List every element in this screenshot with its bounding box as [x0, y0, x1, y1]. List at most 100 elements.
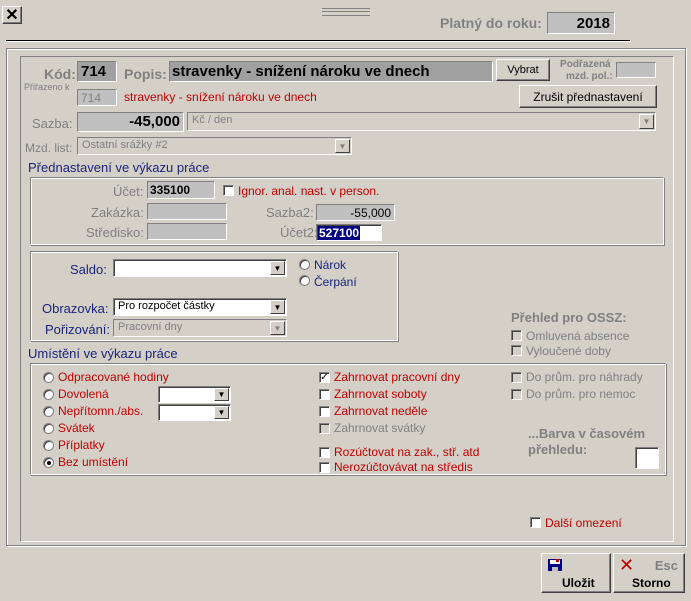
ucet2-label: Účet2:: [280, 225, 318, 240]
ucet2-value: 527100: [318, 226, 361, 240]
dovolena-combo[interactable]: ▼: [158, 386, 231, 403]
do-prum-nemoc-checkbox[interactable]: [511, 389, 522, 400]
chevron-down-icon: ▼: [639, 114, 654, 129]
obrazovka-label: Obrazovka:: [42, 301, 109, 316]
radio-label-dovolena: Dovolená: [58, 387, 109, 401]
zakazka-label: Zakázka:: [91, 205, 144, 220]
dalsi-omezeni-checkbox[interactable]: [530, 517, 541, 528]
omluvena-label: Omluvená absence: [526, 329, 630, 343]
storno-button[interactable]: ✕ Esc Storno: [613, 553, 685, 593]
close-icon: ✕: [5, 7, 19, 24]
sazba2-field[interactable]: -55,000: [316, 204, 395, 221]
do-prum-nahrady-checkbox[interactable]: [511, 372, 522, 383]
porizovani-combo[interactable]: Pracovní dny ▼: [113, 319, 287, 337]
radio-odpracovane[interactable]: [43, 372, 54, 383]
nerozuctovavat-checkbox[interactable]: [319, 462, 330, 473]
cerpani-label: Čerpání: [314, 275, 357, 289]
omluvena-checkbox[interactable]: [511, 330, 522, 341]
prednastaveni-title: Přednastavení ve výkazu práce: [28, 160, 210, 175]
kod-value: 714: [81, 63, 107, 80]
ucet-value: 335100: [150, 183, 191, 197]
mzd-list-value: Ostatní srážky #2: [82, 139, 168, 151]
sazba2-label: Sazba2:: [266, 205, 314, 220]
prirazeno-popis: stravenky - snížení nároku ve dnech: [124, 90, 317, 104]
zrusit-prednastaveni-button[interactable]: Zrušit přednastavení: [519, 85, 657, 108]
sazba-label: Sazba:: [32, 116, 73, 131]
vyloucene-checkbox[interactable]: [511, 345, 522, 356]
dalsi-omezeni-label: Další omezení: [545, 516, 622, 530]
esc-label: Esc: [654, 558, 678, 573]
unit-combo[interactable]: Kč / den ▼: [187, 112, 656, 131]
ignor-label: Ignor. anal. nast. v person.: [238, 184, 380, 198]
drag-handle[interactable]: [322, 8, 370, 16]
obrazovka-combo[interactable]: Pro rozpočet částky ▼: [113, 298, 287, 316]
radio-label-priplatky: Příplatky: [58, 438, 105, 452]
ossz-title: Přehled pro OSSZ:: [511, 310, 627, 325]
stredisko-label: Středisko:: [86, 225, 144, 240]
zahrnovat-pracovni-label: Zahrnovat pracovní dny: [334, 370, 461, 384]
title-separator: [6, 40, 630, 42]
ignor-checkbox[interactable]: [223, 185, 234, 196]
vyloucene-label: Vyloučené doby: [526, 344, 611, 358]
zahrnovat-svatky-label: Zahrnovat svátky: [334, 421, 426, 435]
zakazka-field[interactable]: [147, 203, 227, 220]
valid-year-field[interactable]: 2018: [547, 12, 615, 34]
nepritomn-combo[interactable]: ▼: [158, 404, 231, 421]
radio-label-bez-umisteni: Bez umístění: [58, 455, 129, 469]
zahrnovat-svatky-checkbox[interactable]: [319, 423, 330, 434]
sazba2-value: -55,000: [350, 206, 391, 220]
umisteni-title: Umístění ve výkazu práce: [28, 346, 178, 361]
cerpani-radio[interactable]: [299, 275, 310, 286]
radio-dovolena[interactable]: [43, 389, 54, 400]
popis-field: stravenky - snížení nároku ve dnech: [169, 61, 493, 82]
ucet2-field[interactable]: 527100: [316, 224, 382, 241]
zahrnovat-pracovni-checkbox[interactable]: ✓: [319, 372, 330, 383]
chevron-down-icon: ▼: [214, 406, 229, 419]
saldo-combo[interactable]: ▼: [113, 259, 287, 277]
do-prum-nahrady-label: Do prům. pro náhrady: [526, 370, 643, 384]
close-button[interactable]: ✕: [2, 6, 22, 24]
rozuctovat-label: Rozúčtovat na zak., stř. atd: [334, 445, 480, 459]
chevron-down-icon: ▼: [270, 321, 285, 335]
kod-field: 714: [77, 61, 117, 82]
ulozit-button[interactable]: Uložit: [541, 553, 611, 593]
obrazovka-value: Pro rozpočet částky: [118, 300, 215, 312]
chevron-down-icon: ▼: [270, 300, 285, 314]
narok-radio[interactable]: [299, 259, 310, 270]
prirazeno-kod-field: 714: [77, 89, 117, 106]
podrazena-label: Podřazená mzd. pol.:: [560, 59, 613, 82]
saldo-label: Saldo:: [70, 262, 107, 277]
radio-priplatky[interactable]: [43, 440, 54, 451]
sazba-field[interactable]: -45,000: [77, 112, 184, 132]
ulozit-label: Uložit: [562, 576, 595, 590]
radio-nepritomn[interactable]: [43, 406, 54, 417]
podrazena-field[interactable]: [616, 62, 656, 78]
ucet-field[interactable]: 335100: [147, 181, 215, 199]
zahrnovat-nedele-checkbox[interactable]: [319, 406, 330, 417]
chevron-down-icon: ▼: [270, 261, 285, 275]
stredisko-field[interactable]: [147, 223, 227, 240]
unit-value: Kč / den: [192, 114, 233, 126]
do-prum-nemoc-label: Do prům. pro nemoc: [526, 387, 636, 401]
rozuctovat-checkbox[interactable]: [319, 447, 330, 458]
popis-label: Popis:: [124, 66, 167, 82]
ucet-label: Účet:: [113, 184, 144, 199]
radio-bez-umisteni[interactable]: [43, 457, 54, 468]
porizovani-label: Pořizování:: [45, 322, 111, 337]
radio-svatek[interactable]: [43, 423, 54, 434]
mzd-list-label: Mzd. list:: [25, 141, 73, 155]
save-icon: [547, 558, 563, 572]
vybrat-button[interactable]: Vybrat: [496, 59, 550, 81]
zahrnovat-soboty-label: Zahrnovat soboty: [334, 387, 427, 401]
valid-year-value: 2018: [576, 15, 610, 32]
sazba-value: -45,000: [129, 113, 180, 130]
zahrnovat-soboty-checkbox[interactable]: [319, 389, 330, 400]
nerozuctovavat-label: Nerozúčtovávat na středis: [334, 460, 473, 474]
barva-color-swatch[interactable]: [635, 447, 659, 469]
chevron-down-icon: ▼: [335, 139, 350, 153]
close-icon: ✕: [619, 555, 635, 575]
prirazeno-label: Přiřazeno k: [24, 82, 70, 92]
mzd-list-combo[interactable]: Ostatní srážky #2 ▼: [77, 137, 352, 155]
barva-label: ...Barva v časovém přehledu:: [528, 426, 646, 457]
radio-label-odpracovane: Odpracované hodiny: [58, 370, 169, 384]
